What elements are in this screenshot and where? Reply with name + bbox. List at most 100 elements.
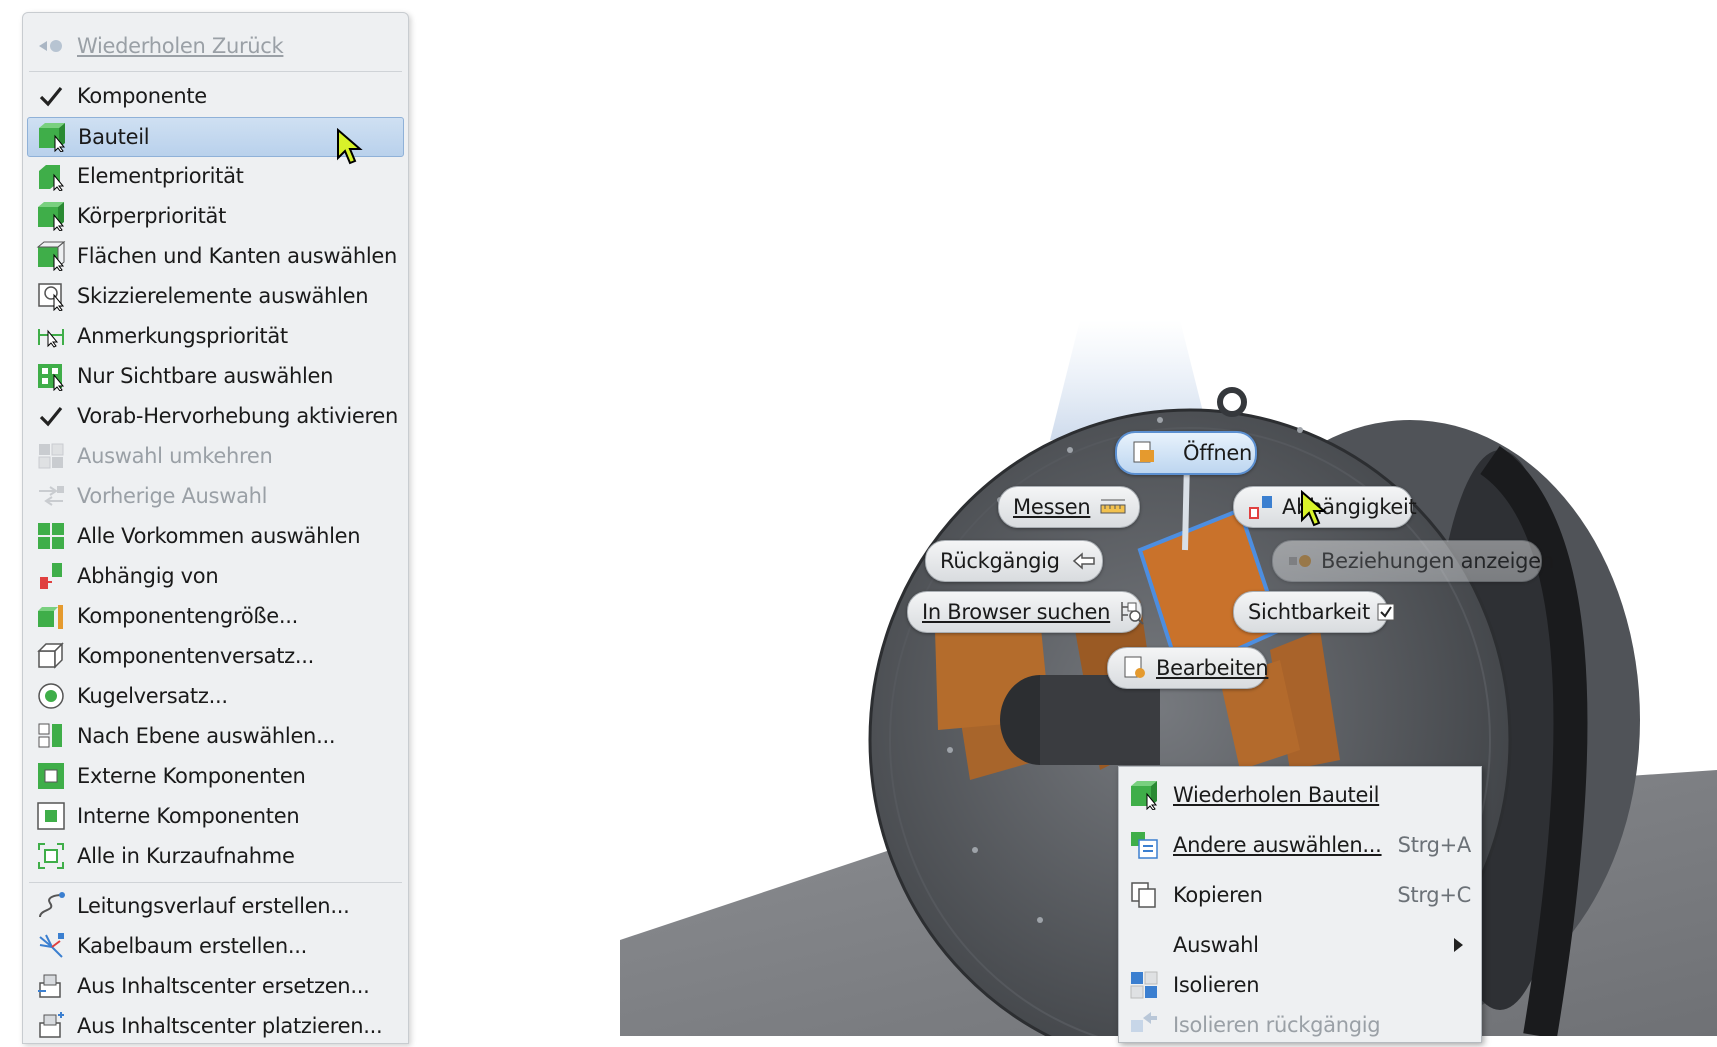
menu-item-label: Leitungsverlauf erstellen...	[77, 894, 350, 918]
all-in-camera-icon	[35, 840, 67, 872]
isolate-icon	[1127, 968, 1161, 1002]
menu-item-inhaltscenter-ersetzen[interactable]: Aus Inhaltscenter ersetzen...	[27, 967, 404, 1005]
menu-item-komponente[interactable]: Komponente	[27, 77, 404, 115]
menu-item-flaechen-kanten[interactable]: Flächen und Kanten auswählen	[27, 237, 404, 275]
sketch-select-icon	[35, 280, 67, 312]
internal-components-icon	[35, 800, 67, 832]
menu-item-label: Alle in Kurzaufnahme	[77, 844, 295, 868]
menu-item-label: Anmerkungspriorität	[77, 324, 288, 348]
menu-item-label: Abhängig von	[77, 564, 219, 588]
invert-selection-icon	[35, 440, 67, 472]
menu-item-label: Vorab-Hervorhebung aktivieren	[77, 404, 399, 428]
menu-item-label: Alle Vorkommen auswählen	[77, 524, 361, 548]
mouse-cursor-icon	[1301, 490, 1327, 527]
sphere-offset-icon	[35, 680, 67, 712]
menu-item-label: Komponentenversatz...	[77, 644, 314, 668]
menu-item-auswahl-submenu[interactable]: Auswahl	[1119, 923, 1481, 967]
menu-item-label: Kugelversatz...	[77, 684, 228, 708]
menu-item-kugelversatz[interactable]: Kugelversatz...	[27, 677, 404, 715]
menu-item-vorherige-auswahl[interactable]: Vorherige Auswahl	[27, 477, 404, 515]
menu-item-skizzierelemente[interactable]: Skizzierelemente auswählen	[27, 277, 404, 315]
menu-item-label: Kabelbaum erstellen...	[77, 934, 307, 958]
menu-item-anmerkungsprioritaet[interactable]: Anmerkungspriorität	[27, 317, 404, 355]
marking-find-in-browser-button[interactable]: In Browser suchen	[907, 591, 1144, 633]
cc-replace-icon	[35, 970, 67, 1002]
relations-icon	[1287, 547, 1313, 575]
edit-part-icon	[1122, 654, 1148, 682]
menu-item-label: Komponente	[77, 84, 207, 108]
menu-item-copy[interactable]: Kopieren Strg+C	[1119, 873, 1481, 917]
menu-item-label: Bauteil	[78, 125, 150, 149]
menu-item-komponentengroesse[interactable]: Komponentengröße...	[27, 597, 404, 635]
component-offset-icon	[35, 640, 67, 672]
check-icon	[35, 80, 67, 112]
menu-item-label: Auswahl umkehren	[77, 444, 273, 468]
previous-selection-icon	[35, 480, 67, 512]
faces-edges-icon	[35, 240, 67, 272]
menu-item-komponentenversatz[interactable]: Komponentenversatz...	[27, 637, 404, 675]
menu-item-label: Skizzierelemente auswählen	[77, 284, 369, 308]
visibility-checkbox-icon	[1376, 598, 1396, 626]
mouse-cursor-icon	[337, 128, 363, 165]
body-priority-icon	[35, 200, 67, 232]
copy-icon	[1127, 878, 1161, 912]
menu-item-undo-isolate[interactable]: Isolieren rückgängig	[1119, 1003, 1481, 1047]
menu-item-alle-vorkommen[interactable]: Alle Vorkommen auswählen	[27, 517, 404, 555]
marking-open-button[interactable]: Öffnen	[1115, 431, 1257, 475]
menu-item-select-other[interactable]: Andere auswählen... Strg+A	[1119, 823, 1481, 867]
constraint-icon	[1248, 493, 1274, 521]
menu-item-label: Aus Inhaltscenter platzieren...	[77, 1014, 383, 1038]
marking-edit-button[interactable]: Bearbeiten	[1107, 647, 1269, 689]
menu-item-label: Flächen und Kanten auswählen	[77, 244, 398, 268]
measure-ruler-icon	[1100, 493, 1126, 521]
menu-item-label: Aus Inhaltscenter ersetzen...	[77, 974, 370, 998]
menu-item-label: Interne Komponenten	[77, 804, 300, 828]
part-icon	[36, 121, 68, 153]
route-icon	[35, 890, 67, 922]
open-file-icon	[1131, 439, 1157, 467]
menu-item-auswahl-umkehren[interactable]: Auswahl umkehren	[27, 437, 404, 475]
selection-context-menu: Wiederholen Zurück Komponente Bauteil El…	[22, 12, 409, 1044]
marking-show-relations-button[interactable]: Beziehungen anzeigen	[1272, 540, 1554, 582]
submenu-arrow-icon	[1454, 938, 1463, 952]
annotation-priority-icon	[35, 320, 67, 352]
menu-item-label: Körperpriorität	[77, 204, 227, 228]
menu-item-label: Externe Komponenten	[77, 764, 306, 788]
cc-place-icon	[35, 1010, 67, 1042]
menu-item-isolate[interactable]: Isolieren	[1119, 963, 1481, 1007]
marking-undo-button[interactable]: Rückgängig	[925, 540, 1103, 582]
menu-item-abhaengig-von[interactable]: Abhängig von	[27, 557, 404, 595]
external-components-icon	[35, 760, 67, 792]
menu-item-label: Nur Sichtbare auswählen	[77, 364, 334, 388]
menu-item-label: Komponentengröße...	[77, 604, 299, 628]
menu-separator	[29, 882, 402, 883]
menu-item-interne-komponenten[interactable]: Interne Komponenten	[27, 797, 404, 835]
undo-arrow-icon	[1070, 547, 1098, 575]
visible-only-icon	[35, 360, 67, 392]
harness-icon	[35, 930, 67, 962]
menu-item-repeat-part[interactable]: Wiederholen Bauteil	[1119, 773, 1481, 817]
menu-item-nur-sichtbare[interactable]: Nur Sichtbare auswählen	[27, 357, 404, 395]
select-other-icon	[1127, 828, 1161, 862]
menu-item-kabelbaum[interactable]: Kabelbaum erstellen...	[27, 927, 404, 965]
menu-item-repeat-back[interactable]: Wiederholen Zurück	[27, 27, 404, 65]
menu-item-vorab-hervorhebung[interactable]: Vorab-Hervorhebung aktivieren	[27, 397, 404, 435]
menu-item-leitungsverlauf[interactable]: Leitungsverlauf erstellen...	[27, 887, 404, 925]
menu-item-label: Vorherige Auswahl	[77, 484, 268, 508]
marking-measure-button[interactable]: Messen	[998, 486, 1140, 528]
check-icon	[35, 400, 67, 432]
viewport-context-menu: Wiederholen Bauteil Andere auswählen... …	[1118, 766, 1482, 1043]
constrained-to-icon	[35, 560, 67, 592]
feature-priority-icon	[35, 160, 67, 192]
component-size-icon	[35, 600, 67, 632]
menu-item-label: Elementpriorität	[77, 164, 244, 188]
menu-item-koerperprioritaet[interactable]: Körperpriorität	[27, 197, 404, 235]
menu-item-nach-ebene[interactable]: Nach Ebene auswählen...	[27, 717, 404, 755]
select-by-plane-icon	[35, 720, 67, 752]
part-icon	[1127, 778, 1161, 812]
menu-item-externe-komponenten[interactable]: Externe Komponenten	[27, 757, 404, 795]
marking-visibility-button[interactable]: Sichtbarkeit	[1233, 591, 1395, 633]
menu-item-alle-in-kurzaufnahme[interactable]: Alle in Kurzaufnahme	[27, 837, 404, 875]
all-occurrences-icon	[35, 520, 67, 552]
menu-item-inhaltscenter-platzieren[interactable]: Aus Inhaltscenter platzieren...	[27, 1007, 404, 1043]
